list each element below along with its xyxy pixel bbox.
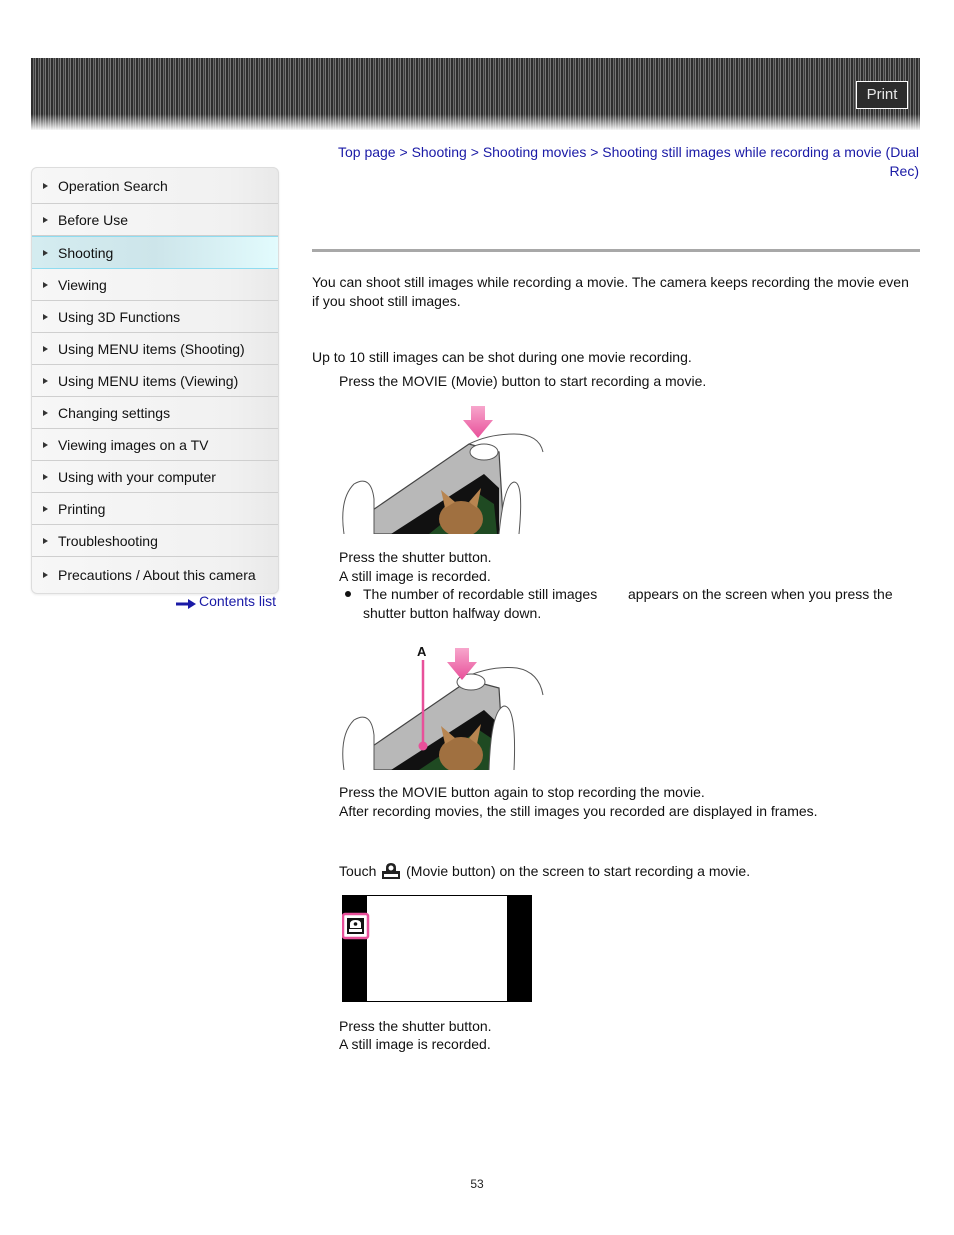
sidebar-item-label: Precautions / About this camera bbox=[58, 567, 256, 583]
sidebar-item-precautions[interactable]: Precautions / About this camera bbox=[32, 557, 278, 593]
arrow-right-icon bbox=[176, 596, 196, 609]
triangle-right-icon bbox=[43, 182, 48, 189]
breadcrumb-current-page[interactable]: Shooting still images while recording a … bbox=[602, 144, 919, 179]
triangle-right-icon bbox=[43, 473, 48, 480]
triangle-right-icon bbox=[43, 281, 48, 288]
breadcrumb-separator: > bbox=[590, 144, 603, 160]
sidebar-item-using-with-computer[interactable]: Using with your computer bbox=[32, 461, 278, 493]
step-4-line-1: Press the shutter button. bbox=[339, 1018, 492, 1034]
sidebar-item-troubleshooting[interactable]: Troubleshooting bbox=[32, 525, 278, 557]
breadcrumb-separator: > bbox=[470, 144, 483, 160]
sidebar-item-label: Using MENU items (Viewing) bbox=[58, 372, 239, 389]
sidebar-item-label: Using 3D Functions bbox=[58, 308, 181, 325]
sidebar-item-label: Shooting bbox=[58, 244, 114, 261]
sidebar-item-printing[interactable]: Printing bbox=[32, 493, 278, 525]
sidebar-item-label: Troubleshooting bbox=[58, 532, 158, 549]
step-2-line-2: A still image is recorded. bbox=[339, 568, 491, 584]
breadcrumb-shooting-movies[interactable]: Shooting movies bbox=[483, 144, 587, 160]
bullet-icon bbox=[345, 591, 351, 597]
triangle-right-icon bbox=[43, 216, 48, 223]
touch-suffix: (Movie button) on the screen to start re… bbox=[406, 863, 751, 879]
sidebar-item-label: Printing bbox=[58, 500, 106, 517]
note-text: Up to 10 still images can be shot during… bbox=[312, 349, 692, 365]
touch-instruction: Touch (Movie button) on the screen to st… bbox=[339, 862, 750, 881]
triangle-right-icon bbox=[43, 505, 48, 512]
triangle-right-icon bbox=[43, 572, 48, 578]
sidebar-item-label: Using MENU items (Shooting) bbox=[58, 340, 245, 357]
triangle-right-icon bbox=[43, 537, 48, 544]
sidebar-item-label: Operation Search bbox=[58, 177, 168, 194]
step-3-line-2: After recording movies, the still images… bbox=[339, 803, 818, 819]
sidebar-item-using-3d-functions[interactable]: Using 3D Functions bbox=[32, 301, 278, 333]
triangle-right-icon bbox=[43, 441, 48, 448]
bullet-text-line-2: shutter button halfway down. bbox=[363, 605, 542, 621]
triangle-right-icon bbox=[43, 377, 48, 384]
breadcrumb-shooting[interactable]: Shooting bbox=[412, 144, 467, 160]
triangle-right-icon bbox=[43, 249, 48, 256]
print-button[interactable]: Print bbox=[856, 81, 908, 109]
bullet-text-part-2: appears on the screen when you press the bbox=[628, 586, 893, 602]
triangle-right-icon bbox=[43, 313, 48, 320]
title-divider bbox=[312, 249, 920, 252]
intro-line-2: if you shoot still images. bbox=[312, 293, 461, 309]
sidebar-item-operation-search[interactable]: Operation Search bbox=[32, 168, 278, 204]
sidebar-item-viewing-on-tv[interactable]: Viewing images on a TV bbox=[32, 429, 278, 461]
contents-list-label: Contents list bbox=[199, 593, 277, 609]
breadcrumb-top-page[interactable]: Top page bbox=[338, 144, 396, 160]
step-1-text: Press the MOVIE (Movie) button to start … bbox=[339, 373, 707, 389]
callout-a-label: A bbox=[417, 644, 427, 659]
step-4-line-2: A still image is recorded. bbox=[339, 1036, 491, 1052]
page-number: 53 bbox=[470, 1177, 484, 1191]
sidebar-item-label: Before Use bbox=[58, 211, 129, 228]
sidebar-item-before-use[interactable]: Before Use bbox=[32, 204, 278, 236]
touch-prefix: Touch bbox=[339, 863, 377, 879]
screen-movie-button-illustration bbox=[341, 895, 532, 1002]
breadcrumb-separator: > bbox=[399, 144, 412, 160]
sidebar-item-changing-settings[interactable]: Changing settings bbox=[32, 397, 278, 429]
sidebar-item-shooting[interactable]: Shooting bbox=[32, 236, 278, 269]
sidebar-item-menu-shooting[interactable]: Using MENU items (Shooting) bbox=[32, 333, 278, 365]
movie-button-icon bbox=[382, 862, 401, 879]
contents-list-link[interactable]: Contents list bbox=[176, 593, 276, 609]
intro-line-1: You can shoot still images while recordi… bbox=[312, 274, 909, 290]
header-banner: Print bbox=[31, 58, 920, 130]
sidebar-item-label: Changing settings bbox=[58, 404, 171, 421]
sidebar-nav: Operation Search Before Use Shooting Vie… bbox=[31, 167, 279, 594]
sidebar-item-label: Using with your computer bbox=[58, 468, 216, 485]
camera-shutter-illustration: A bbox=[339, 640, 544, 773]
camera-movie-button-illustration bbox=[339, 404, 544, 537]
sidebar-item-label: Viewing images on a TV bbox=[58, 436, 209, 453]
sidebar-item-menu-viewing[interactable]: Using MENU items (Viewing) bbox=[32, 365, 278, 397]
breadcrumb: Top page > Shooting > Shooting movies > … bbox=[312, 143, 919, 181]
triangle-right-icon bbox=[43, 345, 48, 352]
sidebar-item-viewing[interactable]: Viewing bbox=[32, 269, 278, 301]
step-3-line-1: Press the MOVIE button again to stop rec… bbox=[339, 784, 705, 800]
bullet-text-part-1: The number of recordable still images bbox=[363, 586, 598, 602]
step-2-line-1: Press the shutter button. bbox=[339, 549, 492, 565]
triangle-right-icon bbox=[43, 409, 48, 416]
sidebar-item-label: Viewing bbox=[58, 276, 107, 293]
